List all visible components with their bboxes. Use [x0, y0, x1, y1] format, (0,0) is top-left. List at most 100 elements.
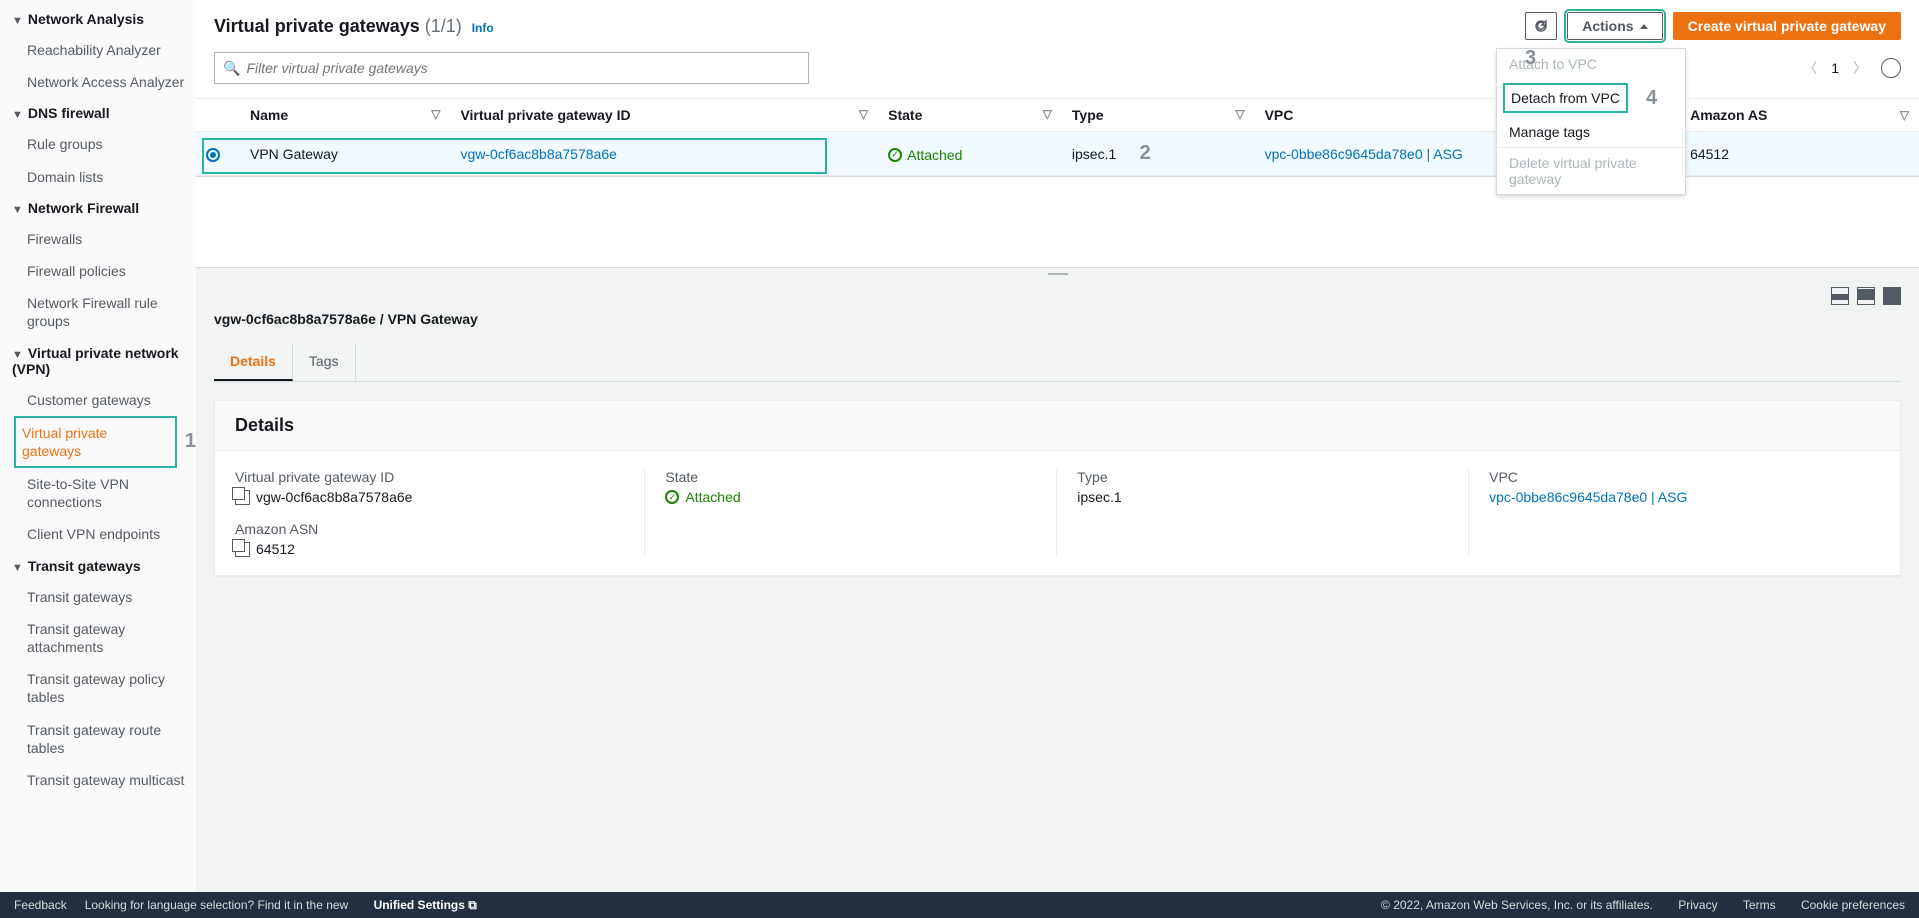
value-asn: 64512 — [256, 541, 295, 557]
sidebar-item-rule-groups[interactable]: Rule groups — [0, 128, 196, 160]
copy-icon[interactable] — [235, 490, 250, 505]
sidebar-item-nf-rule-groups[interactable]: Network Firewall rule groups — [0, 287, 196, 337]
sort-icon: ▽ — [1235, 107, 1244, 121]
cell-state: ✓Attached — [888, 147, 962, 163]
value-gateway-id: vgw-0cf6ac8b8a7578a6e — [256, 489, 412, 505]
menu-detach-from-vpc[interactable]: Detach from VPC — [1503, 83, 1628, 113]
chevron-down-icon: ▼ — [12, 15, 23, 27]
cell-vpc-link[interactable]: vpc-0bbe86c9645da78e0 | ASG — [1265, 146, 1463, 162]
actions-dropdown: Attach to VPC 3 Detach from VPC 4 Manage… — [1496, 48, 1686, 195]
value-type: ipsec.1 — [1077, 489, 1448, 505]
chevron-down-icon: ▼ — [12, 562, 23, 574]
split-handle[interactable] — [196, 267, 1919, 279]
label-vpc: VPC — [1489, 469, 1860, 485]
col-type[interactable]: Type▽ — [1062, 99, 1255, 132]
page-prev[interactable]: 〈 — [1803, 58, 1817, 78]
nav-group-label: Transit gateways — [28, 558, 141, 574]
annotation-badge-3: 3 — [1525, 47, 1536, 70]
check-circle-icon: ✓ — [665, 490, 679, 504]
settings-icon[interactable] — [1881, 58, 1901, 78]
chevron-down-icon: ▼ — [12, 204, 23, 216]
footer: Feedback Looking for language selection?… — [0, 892, 1919, 918]
annotation-badge-1: 1 — [185, 430, 196, 453]
detail-pane: vgw-0cf6ac8b8a7578a6e / VPN Gateway Deta… — [196, 279, 1919, 892]
sidebar-item-transit-gateways[interactable]: Transit gateways — [0, 581, 196, 613]
footer-terms[interactable]: Terms — [1743, 898, 1776, 912]
sidebar-item-customer-gateways[interactable]: Customer gateways — [0, 384, 196, 416]
sidebar-item-firewall-policies[interactable]: Firewall policies — [0, 255, 196, 287]
details-card: Details Virtual private gateway ID vgw-0… — [214, 400, 1901, 576]
detail-tabs: Details Tags — [214, 343, 1901, 382]
page-next[interactable]: 〉 — [1853, 58, 1867, 78]
sort-icon: ▽ — [1043, 107, 1052, 121]
page-title: Virtual private gateways (1/1) — [214, 16, 462, 37]
label-state: State — [665, 469, 1036, 485]
nav-group-label: Network Analysis — [28, 11, 144, 27]
nav-group-label: DNS firewall — [28, 105, 110, 121]
pane-layout-1-icon[interactable] — [1831, 287, 1849, 305]
annotation-badge-2: 2 — [1140, 142, 1151, 164]
pane-layout-2-icon[interactable] — [1857, 287, 1875, 305]
row-radio[interactable] — [206, 148, 220, 162]
triangle-up-icon — [1640, 24, 1648, 29]
footer-cookies[interactable]: Cookie preferences — [1801, 898, 1905, 912]
col-asn[interactable]: Amazon AS — [1680, 99, 1870, 132]
cell-type: ipsec.1 2 — [1062, 132, 1255, 176]
refresh-button[interactable] — [1525, 12, 1557, 40]
footer-unified-settings-link[interactable]: Unified Settings ⧉ — [374, 898, 477, 912]
annotation-badge-4: 4 — [1646, 87, 1657, 110]
sidebar-item-domain-lists[interactable]: Domain lists — [0, 161, 196, 193]
grip-icon — [1048, 273, 1068, 275]
tab-tags[interactable]: Tags — [293, 343, 356, 381]
detail-breadcrumb: vgw-0cf6ac8b8a7578a6e / VPN Gateway — [214, 307, 1901, 333]
card-title: Details — [215, 401, 1900, 451]
nav-group-network-analysis[interactable]: ▼ Network Analysis — [0, 4, 196, 34]
sidebar-item-tgw-policy-tables[interactable]: Transit gateway policy tables — [0, 663, 196, 713]
filter-input[interactable] — [246, 60, 800, 76]
value-vpc-link[interactable]: vpc-0bbe86c9645da78e0 | ASG — [1489, 489, 1687, 505]
info-link[interactable]: Info — [472, 21, 494, 35]
nav-group-transit-gateways[interactable]: ▼ Transit gateways — [0, 551, 196, 581]
copy-icon[interactable] — [235, 542, 250, 557]
nav-group-label: Virtual private network (VPN) — [12, 345, 179, 377]
col-state[interactable]: State▽ — [878, 99, 1062, 132]
sidebar-item-virtual-private-gateways[interactable]: Virtual private gateways — [14, 416, 177, 468]
filter-input-wrap[interactable]: 🔍 — [214, 52, 809, 84]
footer-lang-hint: Looking for language selection? Find it … — [85, 898, 477, 913]
sidebar-item-reachability[interactable]: Reachability Analyzer — [0, 34, 196, 66]
nav-group-dns-firewall[interactable]: ▼ DNS firewall — [0, 98, 196, 128]
sidebar-item-tgw-route-tables[interactable]: Transit gateway route tables — [0, 714, 196, 764]
menu-manage-tags[interactable]: Manage tags — [1497, 117, 1685, 147]
cell-name: VPN Gateway — [240, 132, 450, 176]
create-gateway-button[interactable]: Create virtual private gateway — [1673, 12, 1901, 40]
sidebar-item-tgw-multicast[interactable]: Transit gateway multicast — [0, 764, 196, 796]
col-id[interactable]: Virtual private gateway ID▽ — [450, 99, 878, 132]
sidebar-item-network-access[interactable]: Network Access Analyzer — [0, 66, 196, 98]
sort-icon: ▽ — [859, 107, 868, 121]
check-circle-icon: ✓ — [888, 148, 902, 162]
sort-icon: ▽ — [431, 107, 440, 121]
main-content: ⓘ Virtual private gateways (1/1) Info Ac… — [196, 0, 1919, 892]
col-name[interactable]: Name▽ — [240, 99, 450, 132]
tab-details[interactable]: Details — [214, 343, 293, 381]
sidebar-item-site-to-site[interactable]: Site-to-Site VPN connections — [0, 468, 196, 518]
sidebar-item-tgw-attachments[interactable]: Transit gateway attachments — [0, 613, 196, 663]
sidebar[interactable]: ▼Network Analysis Reachability Analyzer … — [0, 0, 196, 892]
refresh-icon — [1533, 18, 1549, 34]
value-state: Attached — [685, 489, 740, 505]
nav-group-vpn[interactable]: ▼Virtual private network (VPN) — [0, 338, 196, 384]
label-gateway-id: Virtual private gateway ID — [235, 469, 624, 485]
actions-button[interactable]: Actions — [1567, 12, 1662, 40]
chevron-down-icon: ▼ — [12, 349, 23, 361]
sidebar-item-firewalls[interactable]: Firewalls — [0, 223, 196, 255]
chevron-down-icon: ▼ — [12, 109, 23, 121]
search-icon: 🔍 — [223, 60, 240, 77]
page-number: 1 — [1831, 60, 1839, 76]
pane-layout-3-icon[interactable] — [1883, 287, 1901, 305]
sidebar-item-client-vpn[interactable]: Client VPN endpoints — [0, 518, 196, 550]
menu-attach-to-vpc: Attach to VPC 3 — [1497, 49, 1685, 79]
cell-gateway-id-link[interactable]: vgw-0cf6ac8b8a7578a6e — [460, 146, 616, 162]
footer-privacy[interactable]: Privacy — [1678, 898, 1717, 912]
footer-feedback[interactable]: Feedback — [14, 898, 67, 912]
nav-group-network-firewall[interactable]: ▼Network Firewall — [0, 193, 196, 223]
